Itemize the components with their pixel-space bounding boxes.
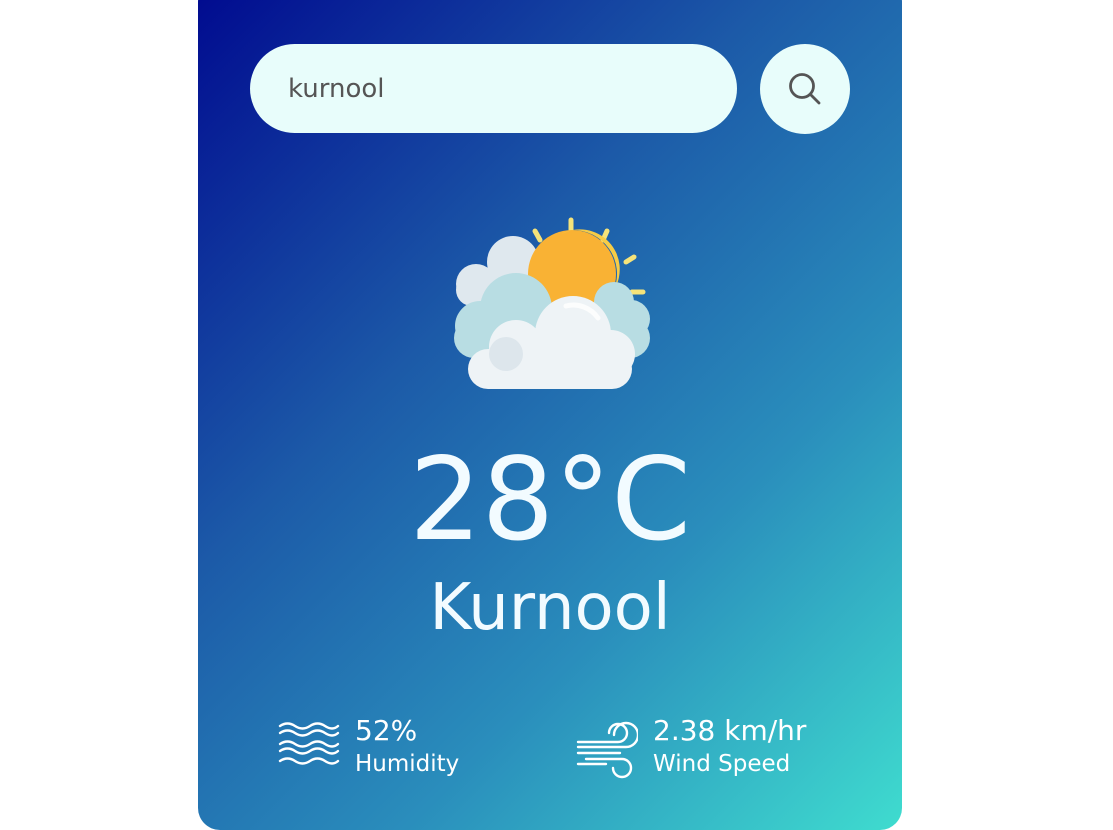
- temperature-value: 28°C: [409, 433, 691, 566]
- city-name: Kurnool: [429, 571, 671, 645]
- humidity-detail: 52% Humidity: [278, 714, 478, 784]
- wind-speed-value: 2.38 km/hr: [653, 714, 807, 747]
- humidity-value: 52%: [355, 714, 418, 747]
- wind-icon: [576, 721, 638, 779]
- humidity-waves-icon: [278, 722, 340, 765]
- wind-detail: 2.38 km/hr Wind Speed: [576, 714, 836, 784]
- search-input[interactable]: [250, 44, 737, 133]
- search-icon: [789, 73, 821, 105]
- wind-speed-label: Wind Speed: [653, 751, 791, 777]
- humidity-label: Humidity: [355, 751, 460, 777]
- weather-card: 28°C Kurnool 52% Humidity 2.38 km/hr: [198, 0, 902, 830]
- partly-cloudy-sun-icon: [454, 217, 650, 389]
- search-button[interactable]: [760, 44, 850, 134]
- search-bar: [250, 44, 850, 134]
